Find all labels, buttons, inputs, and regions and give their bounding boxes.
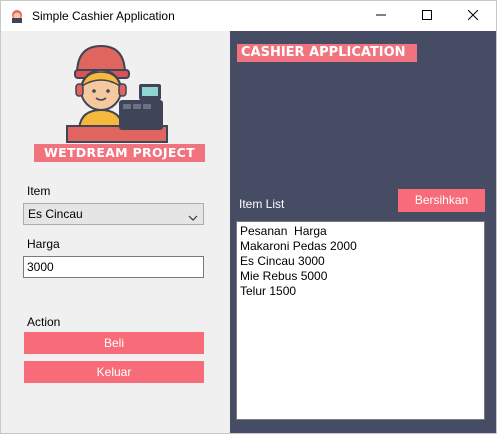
cashier-illustration	[55, 40, 175, 146]
item-label: Item	[27, 184, 51, 198]
maximize-icon	[422, 9, 432, 23]
item-list-label: Item List	[239, 197, 285, 211]
close-button[interactable]	[450, 1, 496, 31]
beli-button[interactable]: Beli	[24, 332, 204, 354]
item-list[interactable]: Pesanan Harga Makaroni Pedas 2000 Es Cin…	[236, 221, 485, 420]
clear-button[interactable]: Bersihkan	[398, 189, 485, 212]
list-item[interactable]: Pesanan Harga	[240, 224, 481, 239]
keluar-button[interactable]: Keluar	[24, 361, 204, 383]
window-title: Simple Cashier Application	[32, 9, 175, 23]
action-label: Action	[27, 315, 61, 329]
app-icon	[10, 9, 24, 23]
list-item[interactable]: Mie Rebus 5000	[240, 269, 481, 284]
title-bar[interactable]: Simple Cashier Application	[1, 1, 496, 31]
chevron-down-icon	[188, 209, 198, 221]
harga-label: Harga	[27, 237, 60, 251]
list-item[interactable]: Telur 1500	[240, 284, 481, 299]
item-select-value: Es Cincau	[28, 207, 83, 221]
item-select[interactable]: Es Cincau	[23, 203, 204, 225]
left-panel: WETDREAM PROJECT Item Es Cincau Harga 30…	[1, 31, 230, 433]
app-window: Simple Cashier Application WETDREAM PROJ…	[0, 0, 497, 434]
minimize-button[interactable]	[358, 1, 404, 31]
list-item[interactable]: Makaroni Pedas 2000	[240, 239, 481, 254]
list-item[interactable]: Es Cincau 3000	[240, 254, 481, 269]
app-banner: CASHIER APPLICATION	[237, 44, 417, 62]
minimize-icon	[376, 9, 386, 23]
logo-text: WETDREAM PROJECT	[34, 144, 205, 162]
close-icon	[467, 9, 479, 23]
maximize-button[interactable]	[404, 1, 450, 31]
harga-input[interactable]: 3000	[23, 256, 204, 278]
right-panel: CASHIER APPLICATION Item List Bersihkan …	[230, 31, 496, 433]
